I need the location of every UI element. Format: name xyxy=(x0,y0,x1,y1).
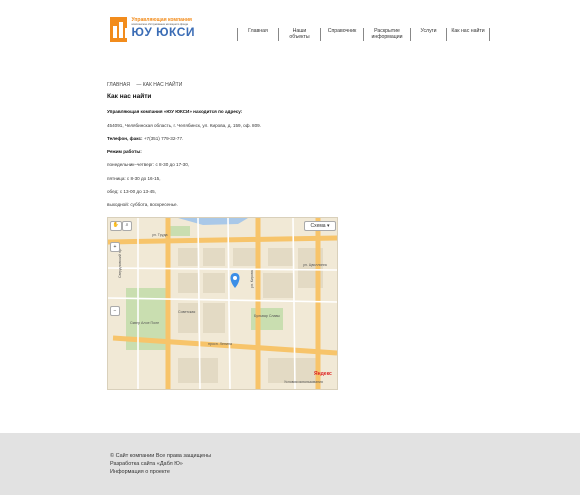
map-street-sverdlovsky: Свердловский пр. xyxy=(118,248,122,278)
nav-item-objects[interactable]: Наши объекты xyxy=(278,28,320,41)
map-street-kirova: ул. Кирова xyxy=(250,270,254,288)
hours-title: Режим работы: xyxy=(107,149,142,154)
map-brand[interactable]: Яндекс xyxy=(314,371,332,377)
footer-copyright: © Сайт компании Все права защищены xyxy=(110,453,212,459)
page-title: Как нас найти xyxy=(107,93,152,100)
map-park-alyy: Сквер Алое Поле xyxy=(130,321,160,325)
hours-weekend: выходной: суббота, воскресенье. xyxy=(107,202,178,207)
building-logo-icon xyxy=(110,17,128,42)
breadcrumb-current: — КАК НАС НАЙТИ xyxy=(136,82,183,88)
map-street-sovetskaya: Советская xyxy=(178,310,196,314)
map-street-tsvillinga: ул. Цвиллинга xyxy=(303,263,327,267)
map-type-dropdown[interactable]: Схема ▾ xyxy=(304,221,336,231)
address-text: 454091, Челябинская область, г. Челябинс… xyxy=(107,123,261,128)
yandex-map[interactable]: ул. Труда Советская Свердловский пр. про… xyxy=(107,217,338,390)
map-hand-tool-icon[interactable]: ✋ xyxy=(110,221,122,231)
map-zoom-in-button[interactable]: + xyxy=(110,242,120,252)
nav-item-disclosure[interactable]: Раскрытие информации xyxy=(363,28,410,41)
phone-value: +7(351) 779-32-77. xyxy=(143,136,184,141)
phone-label: Телефон, факс: xyxy=(107,136,143,141)
map-zoom-out-button[interactable]: − xyxy=(110,306,120,316)
nav-item-directory[interactable]: Справочник xyxy=(320,28,363,41)
nav-item-contacts[interactable]: Как нас найти xyxy=(446,28,490,41)
map-magnifier-icon[interactable]: ⌕ xyxy=(122,221,132,231)
hours-weekdays: понедельник–четверг: с 8-30 до 17-30, xyxy=(107,162,190,167)
phone-line: Телефон, факс: +7(351) 779-32-77. xyxy=(107,136,183,141)
chevron-down-icon: ▾ xyxy=(325,223,330,229)
footer-project-info[interactable]: Информация о проекте xyxy=(110,469,170,475)
nav-item-services[interactable]: Услуги xyxy=(410,28,446,41)
hours-lunch: обед: с 13-00 до 13-45, xyxy=(107,189,156,194)
map-park-slavy: Бульвар Славы xyxy=(254,314,281,318)
main-nav: Главная Наши объекты Справочник Раскрыти… xyxy=(237,28,490,41)
map-street-lenina: просп. Ленина xyxy=(208,342,233,346)
address-intro: Управляющая компания «ЮУ ЮКСИ» находится… xyxy=(107,109,243,114)
nav-item-home[interactable]: Главная xyxy=(237,28,278,41)
map-street-trud: ул. Труда xyxy=(152,233,168,237)
breadcrumb: ГЛАВНАЯ — КАК НАС НАЙТИ xyxy=(107,82,187,88)
breadcrumb-home[interactable]: ГЛАВНАЯ xyxy=(107,82,130,88)
site-logo[interactable]: Управляющая компания комплексное обслужи… xyxy=(110,17,195,42)
map-terms-link[interactable]: Условия использования xyxy=(284,380,323,384)
hours-friday: пятница: с 8-30 до 16-15, xyxy=(107,176,161,181)
map-type-label: Схема xyxy=(310,223,326,229)
map-canvas xyxy=(108,218,337,389)
logo-main-text: ЮУ ЮКСИ xyxy=(131,25,195,39)
footer-developer[interactable]: Разработка сайта «Дабл Ю» xyxy=(110,461,183,467)
footer: © Сайт компании Все права защищены Разра… xyxy=(0,433,580,495)
